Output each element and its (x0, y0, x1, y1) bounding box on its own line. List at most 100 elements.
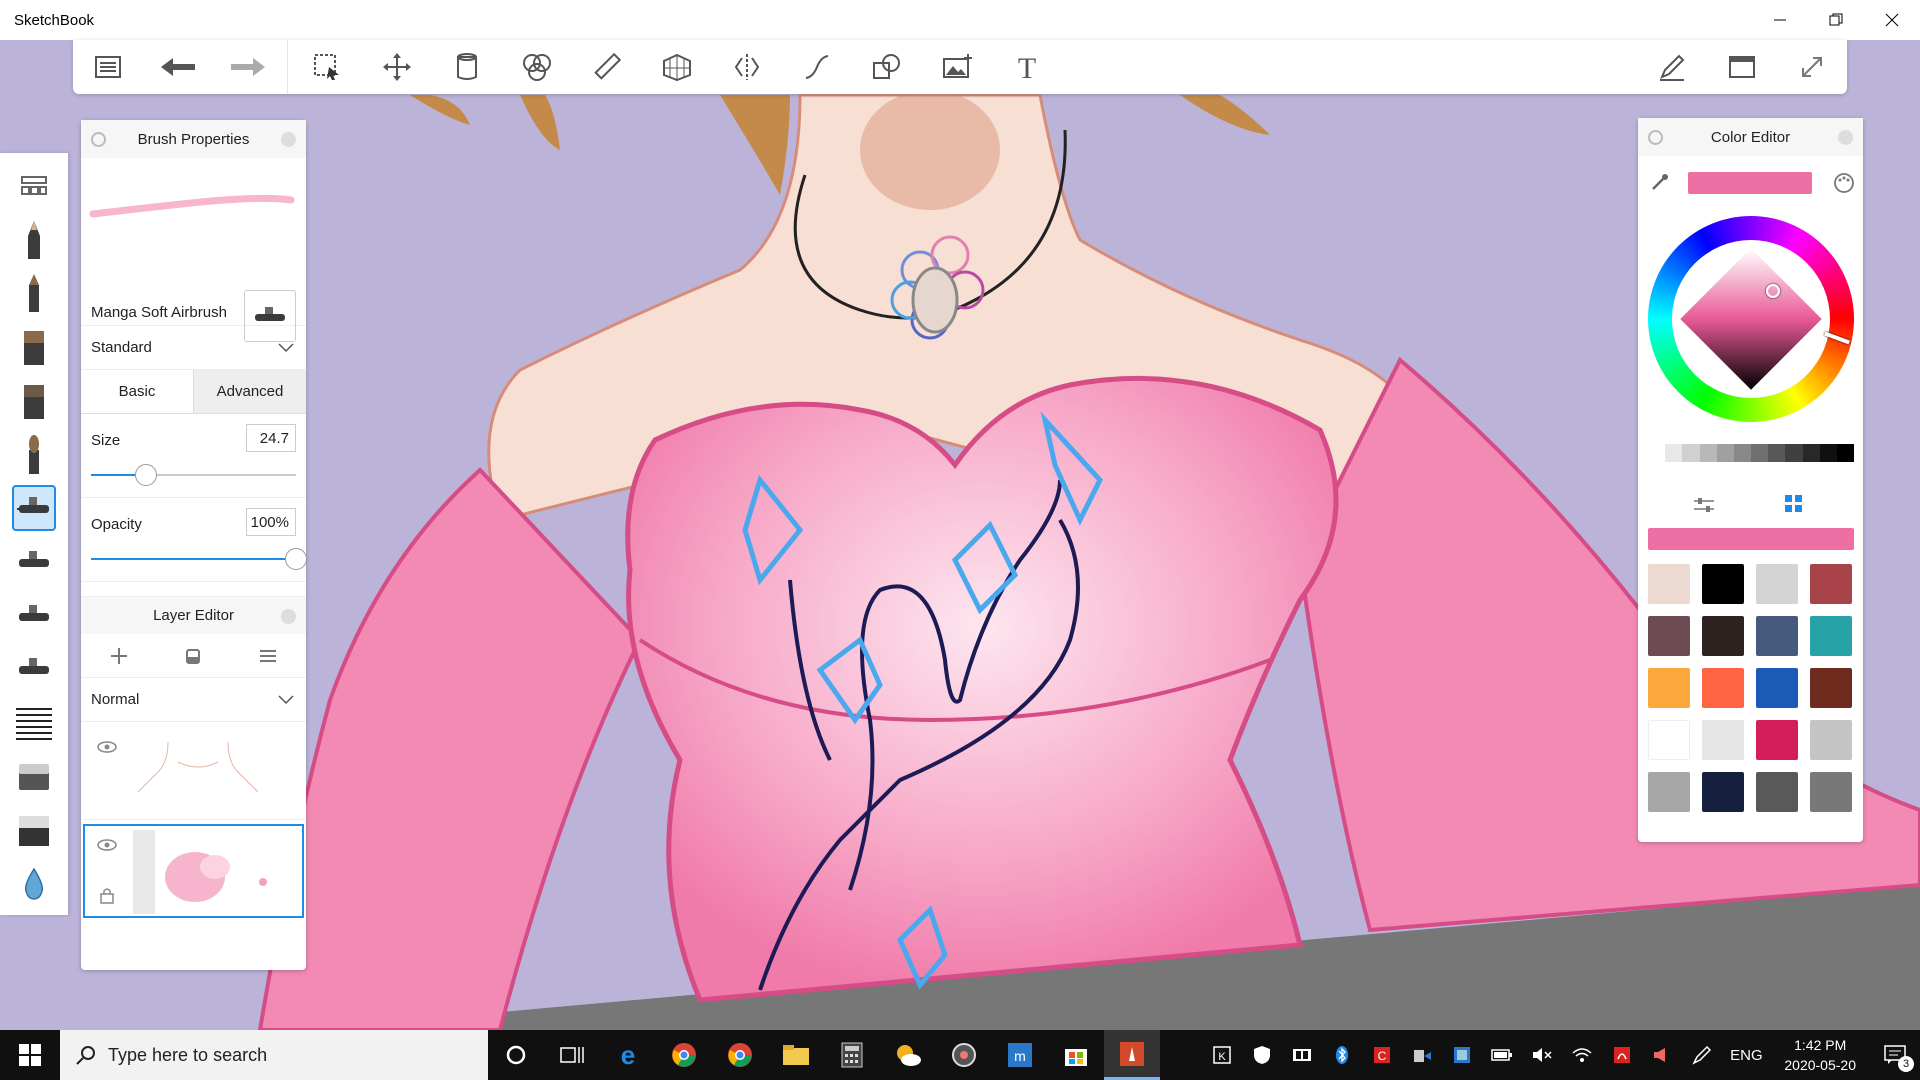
start-button[interactable] (0, 1030, 60, 1080)
clock[interactable]: 1:42 PM 2020-05-20 (1770, 1035, 1870, 1075)
gray-swatch[interactable] (1785, 444, 1803, 462)
size-slider-handle[interactable] (135, 464, 158, 486)
tab-advanced[interactable]: Advanced (194, 370, 306, 413)
brush-flat[interactable] (12, 378, 56, 424)
color-swatch[interactable] (1756, 616, 1798, 656)
grayscale-strip[interactable] (1648, 444, 1855, 462)
brush-wide[interactable] (12, 324, 56, 370)
brush-preset-dropdown[interactable]: Standard (81, 326, 306, 370)
tray-volume[interactable] (1522, 1030, 1562, 1080)
tray-wifi[interactable] (1562, 1030, 1602, 1080)
eyedropper-icon[interactable] (1650, 172, 1670, 192)
color-swatch[interactable] (1756, 720, 1798, 760)
gray-swatch[interactable] (1733, 444, 1752, 462)
fill-button[interactable] (432, 40, 502, 94)
calculator-button[interactable] (824, 1030, 880, 1080)
store-button[interactable] (1048, 1030, 1104, 1080)
panel-close-icon[interactable] (1838, 130, 1853, 145)
color-swatch[interactable] (1810, 772, 1852, 812)
grid-icon[interactable] (1784, 494, 1804, 514)
eye-icon[interactable] (97, 740, 117, 754)
current-color-swatch[interactable] (1688, 172, 1812, 194)
gray-swatch[interactable] (1699, 444, 1717, 462)
brush-eraser-hard[interactable] (12, 808, 56, 854)
tab-basic[interactable]: Basic (81, 370, 194, 413)
restore-button[interactable] (1808, 0, 1864, 40)
color-swatch[interactable] (1648, 720, 1690, 760)
stroke-button[interactable] (782, 40, 852, 94)
gray-swatch[interactable] (1751, 444, 1769, 462)
opacity-input[interactable]: 100% (246, 508, 296, 536)
blend-mode-dropdown[interactable]: Normal (81, 678, 306, 722)
pen-settings-button[interactable] (1637, 40, 1707, 94)
panel-close-icon[interactable] (281, 609, 296, 624)
tray-bluetooth[interactable] (1322, 1030, 1362, 1080)
file-explorer-button[interactable] (768, 1030, 824, 1080)
brush-airbrush-2[interactable] (12, 539, 56, 585)
brush-eraser[interactable] (12, 754, 56, 800)
panel-pin-icon[interactable] (91, 132, 106, 147)
taskbar-search[interactable]: Type here to search (60, 1030, 488, 1080)
menu-button[interactable] (73, 40, 143, 94)
perspective-button[interactable] (642, 40, 712, 94)
size-input[interactable]: 24.7 (246, 424, 296, 452)
color-swatch[interactable] (1648, 772, 1690, 812)
panel-close-icon[interactable] (281, 132, 296, 147)
gray-swatch[interactable] (1819, 444, 1837, 462)
brush-smudge[interactable] (12, 861, 56, 907)
color-swatch[interactable] (1648, 668, 1690, 708)
color-swatch[interactable] (1810, 668, 1852, 708)
gray-swatch[interactable] (1648, 444, 1666, 462)
brush-ink-pen[interactable] (12, 270, 56, 316)
redo-button[interactable] (213, 40, 283, 94)
chrome-2-button[interactable] (712, 1030, 768, 1080)
window-button[interactable] (1707, 40, 1777, 94)
layer-item-color[interactable] (83, 824, 304, 918)
gray-swatch[interactable] (1682, 444, 1700, 462)
color-swatch[interactable] (1648, 564, 1690, 604)
app-m-button[interactable]: m (992, 1030, 1048, 1080)
tray-antivirus[interactable]: C (1362, 1030, 1402, 1080)
gray-swatch[interactable] (1802, 444, 1820, 462)
layer-fill-icon[interactable] (185, 647, 201, 665)
brush-airbrush-4[interactable] (12, 646, 56, 692)
blend-button[interactable] (502, 40, 572, 94)
brush-pencil[interactable] (12, 217, 56, 263)
tray-network-app[interactable] (1442, 1030, 1482, 1080)
tray-speaker[interactable] (1642, 1030, 1682, 1080)
color-swatch[interactable] (1702, 616, 1744, 656)
eye-icon[interactable] (97, 838, 117, 852)
color-swatch[interactable] (1756, 564, 1798, 604)
gray-swatch[interactable] (1836, 444, 1855, 462)
chrome-button[interactable] (656, 1030, 712, 1080)
weather-button[interactable] (880, 1030, 936, 1080)
tray-app-1[interactable]: K (1202, 1030, 1242, 1080)
opacity-slider-handle[interactable] (285, 548, 307, 570)
media-button[interactable] (936, 1030, 992, 1080)
hue-ring[interactable] (1648, 216, 1854, 422)
task-view-button[interactable] (544, 1030, 600, 1080)
move-button[interactable] (362, 40, 432, 94)
panel-pin-icon[interactable] (1648, 130, 1663, 145)
tray-battery[interactable] (1482, 1030, 1522, 1080)
color-swatch[interactable] (1810, 720, 1852, 760)
color-swatch[interactable] (1756, 668, 1798, 708)
color-swatch[interactable] (1648, 616, 1690, 656)
size-slider[interactable] (91, 464, 296, 486)
tray-pen[interactable] (1682, 1030, 1722, 1080)
brush-library-button[interactable] (12, 163, 56, 209)
color-swatch[interactable] (1702, 772, 1744, 812)
brush-airbrush-3[interactable] (12, 593, 56, 639)
tray-language[interactable]: ENG (1722, 1030, 1770, 1080)
gray-swatch[interactable] (1716, 444, 1734, 462)
gray-swatch[interactable] (1665, 444, 1683, 462)
sliders-icon[interactable] (1692, 496, 1716, 514)
image-button[interactable] (922, 40, 992, 94)
close-button[interactable] (1864, 0, 1920, 40)
tray-acrobat[interactable] (1602, 1030, 1642, 1080)
color-swatch[interactable] (1810, 616, 1852, 656)
tray-dolby[interactable] (1282, 1030, 1322, 1080)
layer-menu-icon[interactable] (259, 648, 277, 664)
brush-texture[interactable] (12, 700, 56, 746)
active-color-bar[interactable] (1648, 528, 1854, 550)
